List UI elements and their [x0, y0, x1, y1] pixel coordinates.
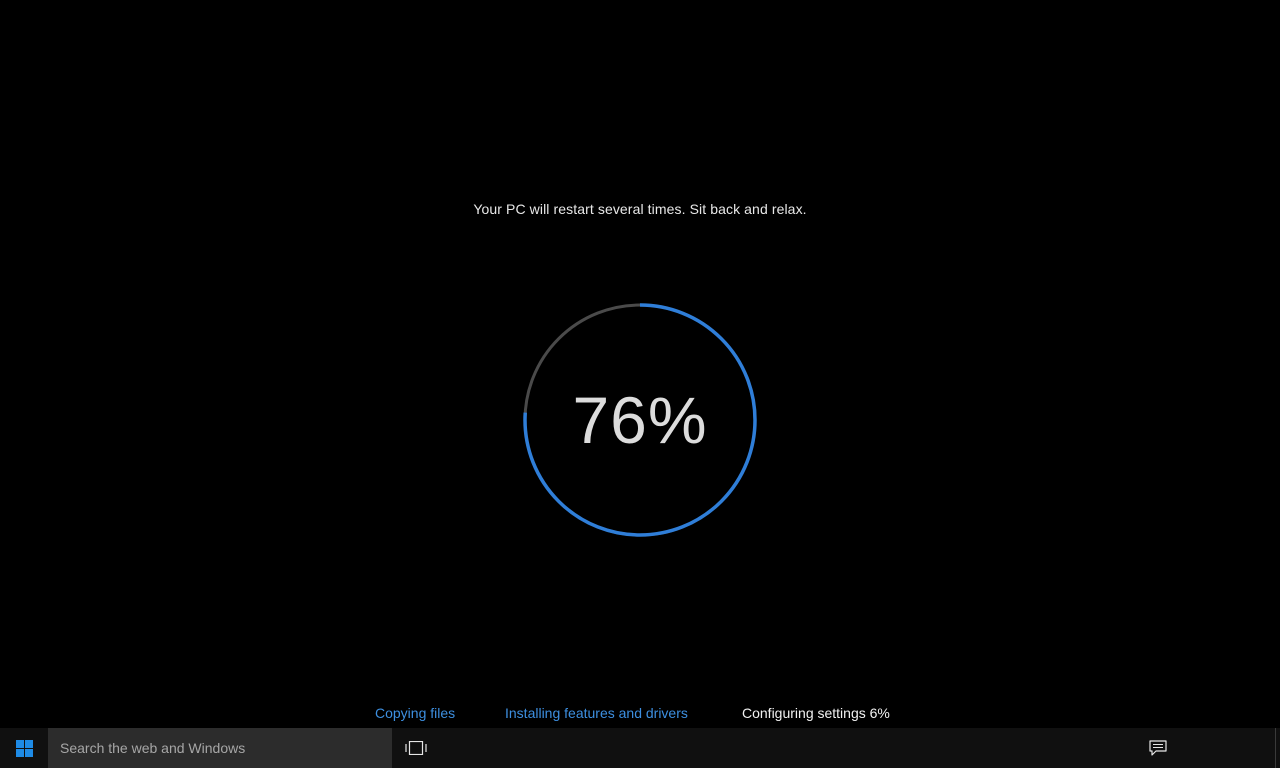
progress-percentage: 76%	[572, 383, 708, 457]
windows-logo-icon	[15, 739, 33, 757]
stage-configuring-settings: Configuring settings 6%	[742, 705, 890, 721]
search-box[interactable]: Search the web and Windows	[48, 728, 392, 768]
task-view-icon	[405, 741, 427, 755]
progress-ring: 76%	[520, 300, 760, 540]
restart-message: Your PC will restart several times. Sit …	[473, 201, 807, 217]
task-view-button[interactable]	[396, 728, 436, 768]
search-placeholder: Search the web and Windows	[60, 740, 246, 756]
stage-installing-features: Installing features and drivers	[505, 705, 688, 721]
action-center-icon	[1149, 740, 1167, 756]
setup-stages: Copying files Installing features and dr…	[0, 705, 1280, 725]
stage-copying-files: Copying files	[375, 705, 456, 721]
action-center-button[interactable]	[1138, 728, 1178, 768]
start-button[interactable]	[0, 728, 48, 768]
show-desktop-button[interactable]	[1275, 728, 1280, 768]
upgrade-screen: Your PC will restart several times. Sit …	[0, 0, 1280, 768]
taskbar: Search the web and Windows	[0, 728, 1280, 768]
